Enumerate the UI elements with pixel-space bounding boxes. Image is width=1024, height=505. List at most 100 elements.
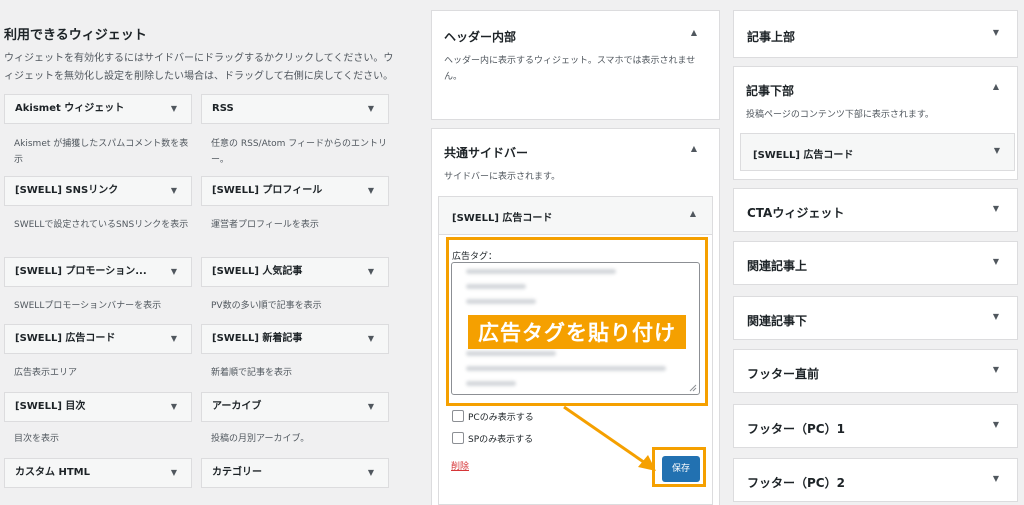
widget-label: RSS: [212, 103, 234, 114]
ad-tag-label: 広告タグ：: [452, 252, 498, 262]
caret-down-icon: ▼: [367, 334, 374, 343]
widget-archive[interactable]: アーカイブ ▼: [201, 392, 389, 422]
blurred-code-line: [466, 366, 666, 371]
widget-label: [SWELL] プロフィール: [212, 185, 323, 196]
widget-label: [SWELL] 新着記事: [212, 333, 303, 344]
widget-description: Akismet が捕獲したスパムコメント数を表示: [14, 139, 189, 165]
panel-title: 関連記事下: [747, 314, 808, 328]
panel-title: フッター直前: [747, 367, 820, 381]
widget-description: 目次を表示: [14, 434, 60, 444]
widget-label: [SWELL] プロモーション...: [15, 266, 147, 277]
resize-handle-icon[interactable]: [689, 384, 697, 392]
sidebar-footer-pc-2[interactable]: フッター（PC）2 ▼: [733, 458, 1018, 502]
widget-label: [SWELL] 目次: [15, 401, 86, 412]
widget-label: カスタム HTML: [15, 467, 90, 478]
caret-down-icon: ▼: [170, 468, 177, 477]
save-button[interactable]: 保存: [662, 456, 700, 482]
widget-description: SWELLプロモーションバナーを表示: [14, 301, 162, 311]
widget-swell-toc[interactable]: [SWELL] 目次 ▼: [4, 392, 192, 422]
sidebar-header-inner[interactable]: ヘッダー内部 ▲ ヘッダー内に表示するウィジェット。スマホでは表示されません。: [431, 10, 720, 120]
blurred-code-line: [466, 299, 536, 304]
caret-down-icon: ▼: [367, 402, 374, 411]
available-widgets-section: 利用できるウィジェット ウィジェットを有効化するにはサイドバーにドラッグするかク…: [0, 0, 400, 505]
widget-title: [SWELL] 広告コード: [753, 150, 854, 161]
caret-down-icon: ▼: [367, 104, 374, 113]
widget-description: 任意の RSS/Atom フィードからのエントリー。: [211, 139, 388, 165]
paste-ad-tag-callout: 広告タグを貼り付け: [468, 315, 686, 349]
panel-title: フッター（PC）1: [747, 422, 845, 436]
caret-down-icon[interactable]: ▼: [993, 28, 999, 37]
widget-description: 広告表示エリア: [14, 368, 78, 378]
blurred-code-line: [466, 381, 516, 386]
caret-down-icon[interactable]: ▼: [993, 474, 999, 483]
widget-description: 投稿の月別アーカイブ。: [211, 434, 310, 444]
widget-description: 新着順で記事を表示: [211, 368, 293, 378]
pc-only-label[interactable]: PCのみ表示する: [468, 410, 534, 423]
widget-swell-ad-code[interactable]: [SWELL] 広告コード ▼: [4, 324, 192, 354]
available-widgets-title: 利用できるウィジェット: [4, 28, 147, 43]
panel-title: フッター（PC）2: [747, 476, 845, 490]
blurred-code-line: [466, 351, 556, 356]
panel-title: 記事下部: [746, 84, 795, 98]
blurred-code-line: [466, 284, 526, 289]
panel-description: ヘッダー内に表示するウィジェット。スマホでは表示されません。: [444, 56, 696, 82]
sidebar-article-top[interactable]: 記事上部 ▼: [733, 10, 1018, 58]
article-bottom-ad-widget[interactable]: [SWELL] 広告コード ▼: [740, 133, 1015, 171]
panel-description: 投稿ページのコンテンツ下部に表示されます。: [746, 110, 934, 120]
caret-down-icon[interactable]: ▼: [993, 365, 999, 374]
panel-title: 記事上部: [747, 30, 796, 44]
caret-up-icon[interactable]: ▲: [690, 209, 696, 218]
sp-only-checkbox[interactable]: [452, 432, 464, 444]
ad-code-widget-header[interactable]: [SWELL] 広告コード ▲: [439, 197, 712, 235]
blurred-code-line: [466, 269, 616, 274]
panel-title: 共通サイドバー: [444, 146, 529, 160]
panel-title: ヘッダー内部: [444, 30, 517, 44]
sidebar-cta[interactable]: CTAウィジェット ▼: [733, 188, 1018, 232]
caret-down-icon: ▼: [367, 468, 374, 477]
caret-down-icon: ▼: [170, 186, 177, 195]
caret-down-icon[interactable]: ▼: [993, 257, 999, 266]
caret-up-icon[interactable]: ▲: [993, 82, 999, 91]
caret-down-icon[interactable]: ▼: [993, 312, 999, 321]
widget-swell-promotion[interactable]: [SWELL] プロモーション... ▼: [4, 257, 192, 287]
delete-link[interactable]: 削除: [451, 459, 469, 472]
widget-category[interactable]: カテゴリー ▼: [201, 458, 389, 488]
caret-down-icon: ▼: [170, 267, 177, 276]
widget-title: [SWELL] 広告コード: [452, 213, 553, 224]
widget-label: アーカイブ: [212, 401, 262, 412]
available-widgets-description: ウィジェットを有効化するにはサイドバーにドラッグするかクリックしてください。ウィ…: [4, 53, 394, 82]
caret-down-icon: ▼: [367, 186, 374, 195]
sp-only-label[interactable]: SPのみ表示する: [468, 432, 533, 445]
caret-up-icon[interactable]: ▲: [691, 144, 697, 153]
sidebar-footer-pc-1[interactable]: フッター（PC）1 ▼: [733, 404, 1018, 448]
widget-custom-html[interactable]: カスタム HTML ▼: [4, 458, 192, 488]
widget-label: [SWELL] 人気記事: [212, 266, 303, 277]
caret-down-icon[interactable]: ▼: [993, 420, 999, 429]
panel-title: CTAウィジェット: [747, 206, 845, 220]
widget-swell-profile[interactable]: [SWELL] プロフィール ▼: [201, 176, 389, 206]
widget-akismet[interactable]: Akismet ウィジェット ▼: [4, 94, 192, 124]
pc-only-checkbox[interactable]: [452, 410, 464, 422]
widget-swell-new-posts[interactable]: [SWELL] 新着記事 ▼: [201, 324, 389, 354]
panel-title: 関連記事上: [747, 259, 808, 273]
caret-down-icon: ▼: [170, 104, 177, 113]
widget-label: [SWELL] SNSリンク: [15, 185, 119, 196]
widget-swell-popular[interactable]: [SWELL] 人気記事 ▼: [201, 257, 389, 287]
widget-rss[interactable]: RSS ▼: [201, 94, 389, 124]
sidebar-related-bottom[interactable]: 関連記事下 ▼: [733, 296, 1018, 340]
caret-down-icon[interactable]: ▼: [993, 204, 999, 213]
caret-up-icon[interactable]: ▲: [691, 28, 697, 37]
panel-description: サイドバーに表示されます。: [444, 172, 561, 182]
caret-down-icon: ▼: [170, 334, 177, 343]
sidebar-related-top[interactable]: 関連記事上 ▼: [733, 241, 1018, 285]
sidebar-before-footer[interactable]: フッター直前 ▼: [733, 349, 1018, 393]
widget-label: [SWELL] 広告コード: [15, 333, 116, 344]
widget-label: Akismet ウィジェット: [15, 103, 125, 114]
widget-swell-sns[interactable]: [SWELL] SNSリンク ▼: [4, 176, 192, 206]
widget-label: カテゴリー: [212, 467, 262, 478]
widget-description: 運営者プロフィールを表示: [211, 220, 319, 230]
widget-description: SWELLで設定されているSNSリンクを表示: [14, 220, 189, 230]
caret-down-icon: ▼: [170, 402, 177, 411]
caret-down-icon: ▼: [367, 267, 374, 276]
caret-down-icon[interactable]: ▼: [994, 146, 1000, 155]
